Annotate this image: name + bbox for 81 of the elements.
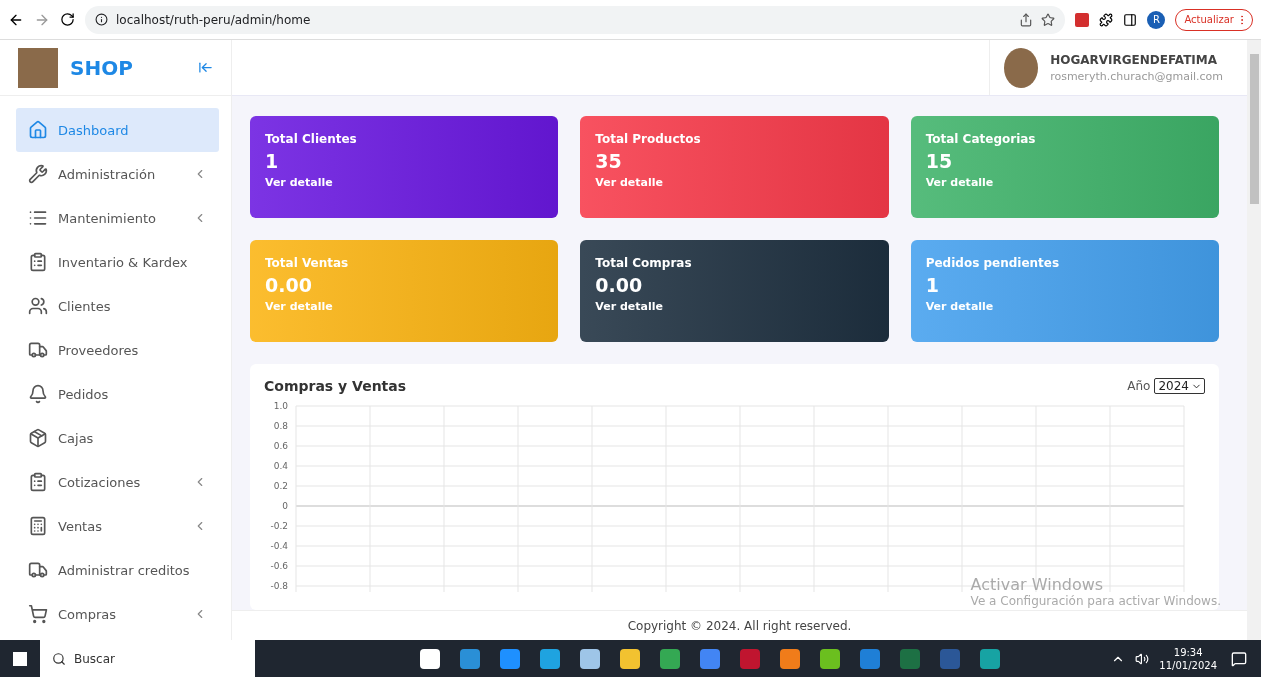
search-icon	[52, 651, 66, 666]
sidebar-item[interactable]: Compras	[16, 592, 219, 636]
start-icon[interactable]	[13, 651, 27, 666]
url-text: localhost/ruth-peru/admin/home	[116, 12, 311, 27]
taskbar-clock[interactable]: 19:34 11/01/2024	[1159, 645, 1217, 672]
sidebar-item[interactable]: Cotizaciones	[16, 460, 219, 504]
taskbar-app-icon[interactable]	[580, 648, 600, 669]
star-icon[interactable]	[1041, 12, 1056, 27]
card-value: 1	[265, 150, 280, 172]
taskbar-app-icon[interactable]	[620, 648, 640, 669]
axis-label: -0.6	[270, 561, 288, 571]
axis-label: 1.0	[273, 401, 288, 411]
axis-label: 0.8	[273, 421, 288, 431]
card-title: Total Categorias	[925, 132, 1037, 146]
collapse-icon[interactable]	[198, 60, 213, 75]
card-title: Total Compras	[595, 256, 693, 270]
card-value: 1	[925, 274, 940, 296]
axis-label: 0.6	[273, 441, 288, 451]
sidebar-item[interactable]: Administrar creditos	[16, 548, 219, 592]
notifications-icon[interactable]	[1231, 650, 1247, 667]
bell-icon	[28, 384, 48, 404]
detail-link[interactable]: Ver detalle	[595, 300, 874, 313]
axis-label: 0.2	[273, 481, 288, 491]
side-panel-icon[interactable]	[1123, 12, 1138, 27]
user-email: rosmeryth.churach@gmail.com	[1050, 69, 1223, 83]
activation-title: Activar Windows	[970, 575, 1105, 594]
axis-label: -0.4	[270, 541, 288, 551]
tools-icon	[28, 164, 48, 184]
panel-title: Compras y Ventas	[264, 378, 407, 394]
axis-label: 0	[282, 501, 288, 511]
card-title: Total Productos	[595, 132, 702, 146]
card-title: Total Ventas	[265, 256, 350, 270]
truck-icon	[28, 340, 48, 360]
profile-avatar[interactable]: R	[1147, 10, 1166, 29]
sidebar-item[interactable]: Proveedores	[16, 328, 219, 372]
sidebar-item[interactable]: Ventas	[16, 504, 219, 548]
axis-label: -0.8	[270, 581, 288, 591]
taskbar-app-icon[interactable]	[820, 648, 840, 669]
year-label: Año	[1127, 379, 1151, 393]
brand-name: SHOP	[70, 55, 134, 80]
footer-text: Copyright © 2024. All right reserved.	[232, 610, 1247, 640]
card-value: 0.00	[595, 274, 644, 296]
logo-photo-placeholder	[18, 47, 58, 88]
extension-icon[interactable]	[1075, 12, 1090, 27]
sidebar-item[interactable]: Mantenimiento	[16, 196, 219, 240]
sidebar-item[interactable]: Cajas	[16, 416, 219, 460]
calculator-icon	[28, 516, 48, 536]
card-title: Total Clientes	[265, 132, 358, 146]
card-value: 0.00	[265, 274, 313, 296]
card-value: 35	[595, 150, 623, 172]
truck-icon	[28, 560, 48, 580]
sidebar-item[interactable]: Inventario & Kardex	[16, 240, 219, 284]
address-bar[interactable]: localhost/ruth-peru/admin/home	[85, 5, 1066, 34]
volume-icon[interactable]	[1135, 651, 1150, 666]
puzzle-icon[interactable]	[1099, 12, 1114, 27]
home-icon	[28, 120, 48, 140]
scrollbar[interactable]	[1247, 40, 1261, 640]
share-icon[interactable]	[1019, 12, 1034, 27]
detail-link[interactable]: Ver detalle	[265, 176, 544, 189]
update-button[interactable]: Actualizar	[1175, 8, 1253, 31]
taskbar-search-field[interactable]: Buscar	[40, 640, 255, 677]
sidebar-item[interactable]: Pedidos	[16, 372, 219, 416]
sidebar-item[interactable]: Clientes	[16, 284, 219, 328]
card-title: Pedidos pendientes	[925, 256, 1061, 270]
info-icon[interactable]	[95, 13, 108, 26]
clipboard-icon	[28, 472, 48, 492]
card-value: 15	[925, 150, 954, 172]
user-name: HOGARVIRGENDEFATIMA	[1050, 52, 1219, 67]
reload-icon[interactable]	[60, 12, 75, 27]
activation-message: Ve a Configuración para activar Windows.	[970, 594, 1221, 608]
box-icon	[28, 428, 48, 448]
clipboard-icon	[28, 252, 48, 272]
list-icon	[28, 208, 48, 228]
taskbar-app-icon[interactable]	[420, 648, 440, 669]
sidebar-item[interactable]: Administración	[16, 152, 219, 196]
cart-icon	[28, 604, 48, 624]
axis-label: 0.4	[273, 461, 288, 471]
users-icon	[28, 296, 48, 316]
user-photo-placeholder	[1004, 47, 1039, 88]
axis-label: -0.2	[270, 521, 288, 531]
year-select[interactable]: 2024	[1154, 378, 1205, 394]
